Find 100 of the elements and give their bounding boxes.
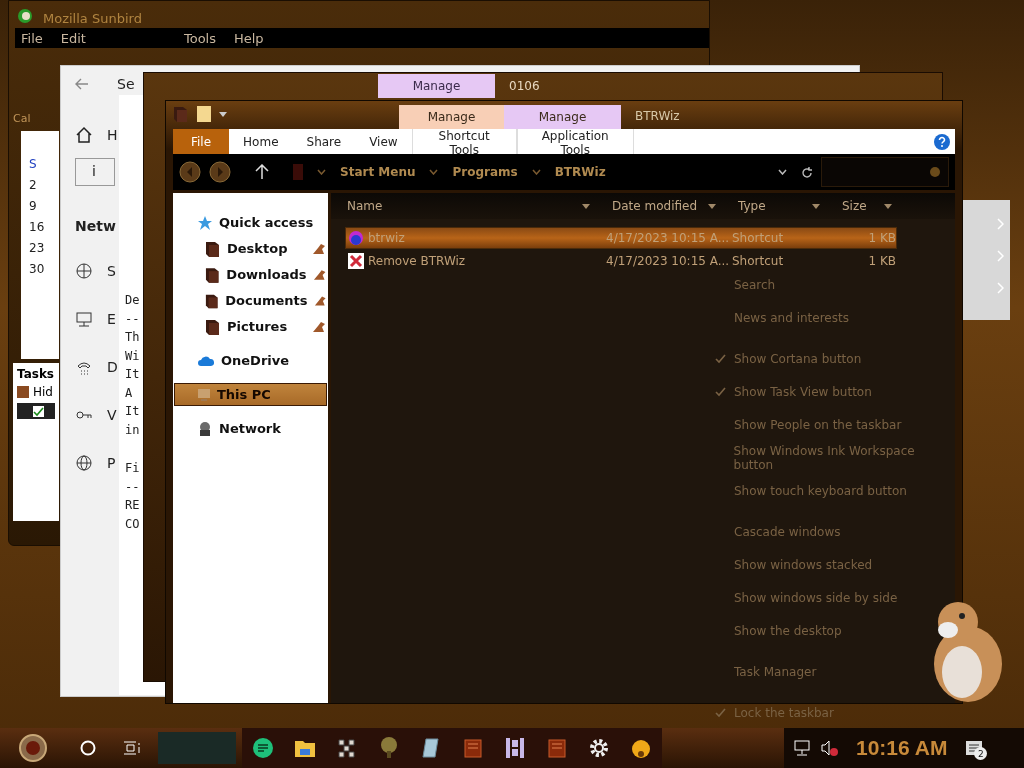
- pin-icon[interactable]: [312, 242, 326, 255]
- nav-item[interactable]: Downloads: [174, 263, 327, 286]
- context-tab[interactable]: Manage: [399, 105, 504, 129]
- menu-item[interactable]: Tools: [183, 30, 216, 46]
- refresh-icon[interactable]: [801, 165, 813, 179]
- chevron-icon[interactable]: [429, 169, 439, 175]
- column-header[interactable]: Date modified: [596, 199, 722, 213]
- sort-caret-icon[interactable]: [708, 203, 716, 209]
- up-arrow-icon[interactable]: [255, 164, 269, 180]
- text-line: Fi: [125, 460, 140, 477]
- column-header[interactable]: Name: [331, 199, 596, 213]
- cubes-icon: [336, 737, 358, 759]
- breadcrumb-link[interactable]: BTRWiz: [554, 165, 606, 179]
- menu-item[interactable]: Help: [234, 30, 264, 46]
- calendar-day[interactable]: 9: [29, 199, 59, 213]
- calendar-day[interactable]: 30: [29, 262, 59, 276]
- honey-pot-icon: [630, 737, 652, 759]
- chevron-icon[interactable]: [317, 169, 326, 175]
- calendar-day[interactable]: S: [29, 157, 59, 171]
- sort-caret-icon[interactable]: [884, 203, 892, 209]
- text-line: CO: [125, 515, 140, 533]
- text-line: It: [125, 403, 140, 420]
- menu-item[interactable]: Edit: [60, 30, 86, 46]
- tree-icon: [378, 737, 400, 759]
- dropdown-icon[interactable]: [219, 111, 227, 117]
- nav-item[interactable]: This PC: [174, 383, 327, 406]
- sort-caret-icon[interactable]: [812, 203, 820, 209]
- monitor-icon: [75, 310, 93, 328]
- nav-label[interactable]: D: [107, 359, 118, 375]
- breadcrumb-link[interactable]: Programs: [452, 165, 518, 179]
- star-icon: [197, 214, 213, 231]
- window-title: Se: [117, 76, 135, 92]
- column-header[interactable]: Size: [826, 199, 898, 213]
- clock[interactable]: 10:16 AM: [856, 736, 948, 760]
- nav-item[interactable]: Network: [174, 417, 327, 440]
- chevron-icon[interactable]: [531, 169, 541, 175]
- globe-icon: [75, 454, 93, 472]
- checkbox[interactable]: [33, 405, 44, 417]
- back-button-icon[interactable]: [179, 161, 201, 183]
- nav-item[interactable]: Pictures: [174, 315, 327, 338]
- nav-label[interactable]: H: [107, 127, 118, 143]
- nav-item[interactable]: Desktop: [174, 237, 327, 260]
- breadcrumb-link[interactable]: Start Menu: [340, 165, 416, 179]
- cloud-icon: [197, 354, 215, 367]
- pin-icon[interactable]: [313, 294, 326, 307]
- settings-icon: [588, 737, 610, 759]
- nav-label[interactable]: P: [107, 455, 116, 471]
- search-field[interactable]: [158, 732, 236, 764]
- network-icon[interactable]: [794, 740, 812, 756]
- search-icon: [930, 167, 940, 177]
- nav-item[interactable]: Documents: [174, 289, 327, 312]
- panel-title: Tasks: [17, 367, 55, 381]
- pin-icon[interactable]: [312, 268, 326, 281]
- home-icon[interactable]: [75, 126, 93, 144]
- column-header[interactable]: Type: [722, 199, 826, 213]
- text-line: in: [125, 421, 140, 439]
- film-icon: [462, 737, 484, 759]
- text-line: --: [125, 478, 140, 496]
- section-title: Netw: [75, 218, 117, 234]
- nav-item[interactable]: Quick access: [174, 211, 327, 234]
- text-line: Wi: [125, 347, 140, 365]
- panel-label: Cal: [13, 112, 31, 125]
- task-row[interactable]: [17, 403, 55, 419]
- context-tab[interactable]: Manage: [504, 105, 621, 129]
- app-logo-icon: [17, 8, 33, 24]
- film-icon: [546, 737, 568, 759]
- calendar-day[interactable]: 16: [29, 220, 59, 234]
- volume-muted-icon[interactable]: [820, 740, 838, 756]
- ribbon-tab[interactable]: Home: [229, 129, 293, 154]
- checkmark-icon: [33, 405, 44, 417]
- nav-label[interactable]: E: [107, 311, 116, 327]
- notepad-icon: [420, 737, 442, 759]
- calendar-day[interactable]: 23: [29, 241, 59, 255]
- sort-caret-icon[interactable]: [582, 203, 590, 209]
- ribbon-tab[interactable]: View: [355, 129, 412, 154]
- context-tab[interactable]: Manage: [378, 74, 495, 98]
- uninstall-icon: [348, 253, 364, 269]
- nav-label[interactable]: S: [107, 263, 116, 279]
- circle-icon: [80, 740, 96, 756]
- menu-item[interactable]: File: [21, 30, 43, 46]
- forward-button-icon[interactable]: [209, 161, 231, 183]
- calendar-day[interactable]: 2: [29, 178, 59, 192]
- dropdown-icon[interactable]: [778, 169, 787, 175]
- window-title: Mozilla Sunbird: [43, 11, 142, 26]
- nav-item[interactable]: OneDrive: [174, 349, 327, 372]
- filmstrip-icon: [504, 737, 526, 759]
- nav-label[interactable]: V: [107, 407, 117, 423]
- globe-icon: [75, 262, 93, 280]
- ribbon-tab[interactable]: File: [173, 129, 230, 154]
- ribbon-tab[interactable]: Share: [292, 129, 356, 154]
- pin-icon[interactable]: [312, 320, 326, 333]
- column-header[interactable]: Hid: [33, 385, 53, 399]
- checkmark-icon: [714, 353, 726, 364]
- back-arrow-icon[interactable]: [75, 78, 89, 90]
- search-field[interactable]: i: [75, 158, 115, 186]
- checkmark-icon: [714, 707, 726, 718]
- help-icon[interactable]: [933, 132, 951, 151]
- text-line: Th: [125, 329, 140, 346]
- search-field[interactable]: [821, 157, 949, 187]
- text-line: --: [125, 310, 140, 328]
